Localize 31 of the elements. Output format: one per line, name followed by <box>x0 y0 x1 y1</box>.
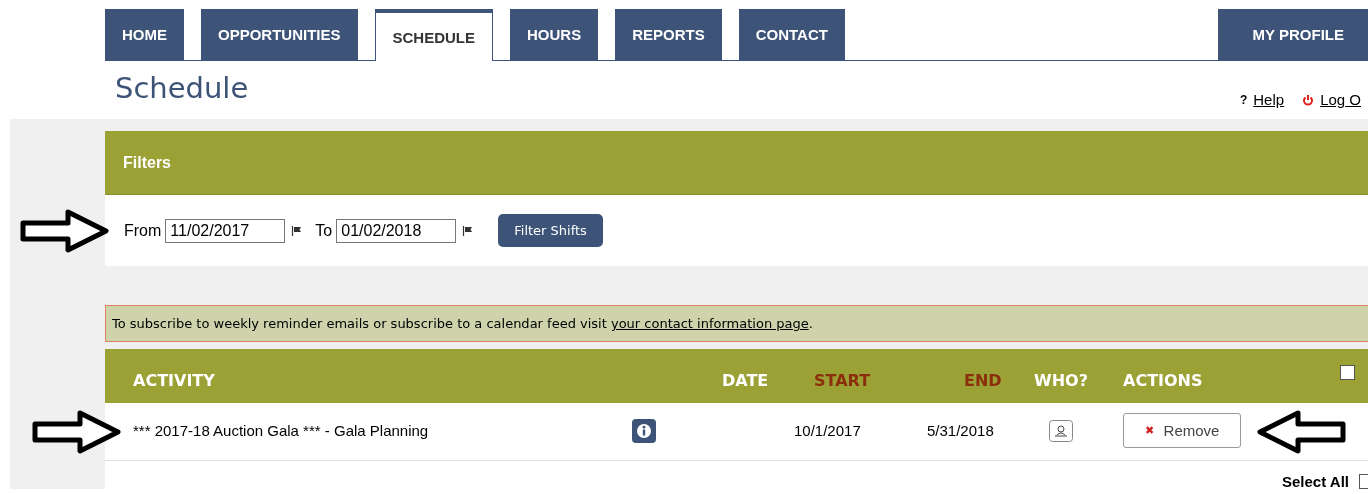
date-field[interactable]: 11/02/2017 <box>165 218 286 243</box>
select-all-label: Select All <box>1282 472 1349 490</box>
help-icon: ? <box>1239 92 1248 107</box>
date-field[interactable]: 01/02/2018 <box>336 218 457 243</box>
nav-tab[interactable]: REPORTS <box>615 9 722 60</box>
nav-tab[interactable]: MY PROFILE <box>1217 9 1368 60</box>
start-cell: 10/1/2017 <box>794 422 861 439</box>
flag-icon[interactable] <box>462 224 475 237</box>
arrow-icon <box>1256 410 1346 454</box>
notice-text: To subscribe to weekly reminder emails or subscribe to a calendar feed visit your contact information page. <box>112 316 813 331</box>
filter-shifts-button[interactable]: Filter Shifts <box>498 214 603 247</box>
nav-tab[interactable]: HOURS <box>510 9 599 60</box>
remove-button[interactable]: ✖ Remove <box>1123 413 1241 448</box>
activity-cell: *** 2017-18 Auction Gala *** - Gala Planning <box>133 422 429 439</box>
help-link[interactable]: Help <box>1253 91 1285 108</box>
power-icon <box>1302 93 1315 106</box>
nav-tab[interactable]: HOME <box>105 9 184 60</box>
nav-tab[interactable]: OPPORTUNITIES <box>201 9 358 60</box>
flag-icon[interactable] <box>291 224 304 237</box>
nav-tab[interactable]: SCHEDULE <box>374 9 494 61</box>
to-label: To <box>315 221 333 240</box>
contact-info-link[interactable]: your contact information page <box>610 316 809 331</box>
page-title: Schedule <box>115 71 249 105</box>
info-icon[interactable] <box>632 419 656 443</box>
checkbox[interactable] <box>1340 365 1355 380</box>
logout-link[interactable]: Log O <box>1320 91 1361 108</box>
nav-tab[interactable]: CONTACT <box>738 9 845 60</box>
end-cell: 5/31/2018 <box>927 422 994 439</box>
person-icon[interactable] <box>1049 420 1073 442</box>
from-label: From <box>124 221 162 240</box>
filters-header: Filters <box>105 131 1368 195</box>
